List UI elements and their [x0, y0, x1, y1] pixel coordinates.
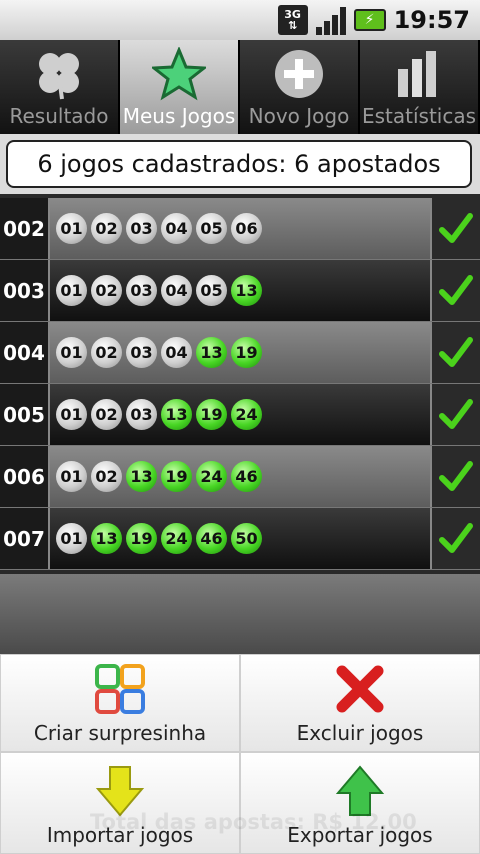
- tab-label: Meus Jogos: [122, 104, 236, 128]
- number-ball: 06: [231, 213, 262, 244]
- game-row[interactable]: 003 01 02 03 04 05 13: [0, 260, 480, 322]
- checkmark-icon[interactable]: [430, 322, 480, 383]
- game-row[interactable]: 006 01 02 13 19 24 46: [0, 446, 480, 508]
- number-ball-hit: 13: [196, 337, 227, 368]
- number-ball-hit: 13: [231, 275, 262, 306]
- tab-label: Estatísticas: [361, 104, 477, 128]
- status-bar: 3G ⇅ ⚡ 19:57: [0, 0, 480, 40]
- signal-icon: [315, 5, 346, 35]
- game-id: 002: [0, 198, 50, 259]
- number-ball: 04: [161, 275, 192, 306]
- clock: 19:57: [393, 6, 470, 34]
- number-ball: 01: [56, 399, 87, 430]
- number-ball-hit: 46: [231, 461, 262, 492]
- bar-chart-icon: [391, 46, 447, 102]
- number-ball: 02: [91, 461, 122, 492]
- menu-label: Criar surpresinha: [33, 721, 207, 745]
- tab-resultado[interactable]: Resultado: [0, 40, 120, 134]
- import-games-button[interactable]: Importar jogos: [0, 752, 240, 854]
- number-ball-hit: 46: [196, 523, 227, 554]
- number-ball-hit: 50: [231, 523, 262, 554]
- plus-icon: [271, 46, 327, 102]
- number-ball-hit: 13: [91, 523, 122, 554]
- number-ball-hit: 24: [161, 523, 192, 554]
- star-icon: [151, 46, 207, 102]
- tab-label: Novo Jogo: [248, 104, 350, 128]
- number-ball-hit: 19: [126, 523, 157, 554]
- number-ball-hit: 19: [231, 337, 262, 368]
- number-ball: 02: [91, 337, 122, 368]
- number-ball-hit: 24: [196, 461, 227, 492]
- tab-estatisticas[interactable]: Estatísticas: [360, 40, 480, 134]
- checkmark-icon[interactable]: [430, 198, 480, 259]
- total-label: Total das apostas: R$ 12,00: [90, 810, 417, 834]
- number-ball-hit: 19: [196, 399, 227, 430]
- number-ball: 02: [91, 213, 122, 244]
- number-ball-hit: 13: [126, 461, 157, 492]
- game-numbers: 01 02 13 19 24 46: [50, 446, 430, 507]
- game-id: 007: [0, 508, 50, 569]
- game-id: 004: [0, 322, 50, 383]
- game-numbers: 01 02 03 04 05 13: [50, 260, 430, 321]
- number-ball: 03: [126, 337, 157, 368]
- number-ball: 01: [56, 523, 87, 554]
- number-ball: 01: [56, 275, 87, 306]
- clover-icon: [31, 46, 87, 102]
- export-games-button[interactable]: Exportar jogos: [240, 752, 480, 854]
- checkmark-icon[interactable]: [430, 508, 480, 569]
- number-ball: 02: [91, 399, 122, 430]
- summary-text: 6 jogos cadastrados: 6 apostados: [6, 140, 472, 188]
- number-ball: 05: [196, 213, 227, 244]
- number-ball: 01: [56, 337, 87, 368]
- create-surprise-button[interactable]: Criar surpresinha: [0, 654, 240, 752]
- delete-games-button[interactable]: Excluir jogos: [240, 654, 480, 752]
- number-ball-hit: 13: [161, 399, 192, 430]
- number-ball: 03: [126, 213, 157, 244]
- number-ball-hit: 19: [161, 461, 192, 492]
- number-ball: 03: [126, 275, 157, 306]
- number-ball: 05: [196, 275, 227, 306]
- summary-bar: 6 jogos cadastrados: 6 apostados: [0, 134, 480, 194]
- number-ball: 01: [56, 461, 87, 492]
- number-ball: 01: [56, 213, 87, 244]
- list-empty-area: [0, 574, 480, 654]
- game-id: 006: [0, 446, 50, 507]
- tab-label: Resultado: [9, 104, 109, 128]
- tab-bar: Resultado Meus Jogos Novo Jogo Estatísti…: [0, 40, 480, 134]
- game-numbers: 01 13 19 24 46 50: [50, 508, 430, 569]
- network-3g-icon: 3G ⇅: [277, 5, 308, 35]
- game-id: 005: [0, 384, 50, 445]
- menu-label: Excluir jogos: [296, 721, 424, 745]
- game-row[interactable]: 005 01 02 03 13 19 24: [0, 384, 480, 446]
- tab-meus-jogos[interactable]: Meus Jogos: [120, 40, 240, 134]
- games-list: 002 01 02 03 04 05 06 003 01 02 03 04 05 13 004 01 02 03 0…: [0, 198, 480, 570]
- game-id: 003: [0, 260, 50, 321]
- game-numbers: 01 02 03 04 13 19: [50, 322, 430, 383]
- battery-icon: ⚡: [353, 9, 386, 31]
- game-row[interactable]: 002 01 02 03 04 05 06: [0, 198, 480, 260]
- number-ball: 03: [126, 399, 157, 430]
- red-x-icon: [332, 661, 388, 717]
- game-numbers: 01 02 03 13 19 24: [50, 384, 430, 445]
- game-row[interactable]: 004 01 02 03 04 13 19: [0, 322, 480, 384]
- number-ball: 04: [161, 213, 192, 244]
- grid-numbers-icon: [92, 661, 148, 717]
- game-numbers: 01 02 03 04 05 06: [50, 198, 430, 259]
- checkmark-icon[interactable]: [430, 260, 480, 321]
- number-ball-hit: 24: [231, 399, 262, 430]
- checkmark-icon[interactable]: [430, 446, 480, 507]
- number-ball: 02: [91, 275, 122, 306]
- number-ball: 04: [161, 337, 192, 368]
- tab-novo-jogo[interactable]: Novo Jogo: [240, 40, 360, 134]
- games-content: 6 jogos cadastrados: 6 apostados 002 01 02…: [0, 134, 480, 854]
- game-row[interactable]: 007 01 13 19 24 46 50: [0, 508, 480, 570]
- checkmark-icon[interactable]: [430, 384, 480, 445]
